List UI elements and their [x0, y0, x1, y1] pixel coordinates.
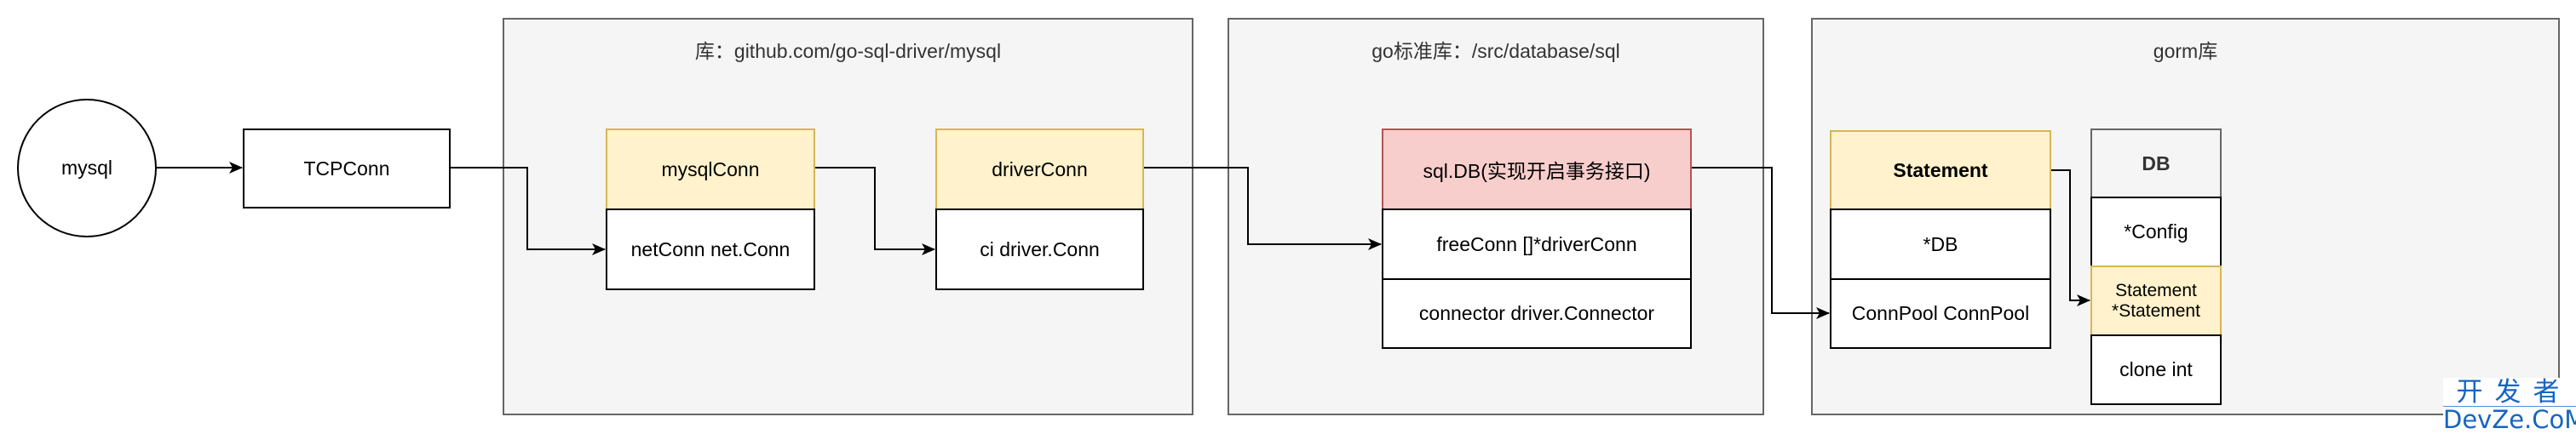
field-label: *DB	[1923, 232, 1958, 255]
db-field-clone[interactable]: clone int	[2090, 334, 2222, 405]
edge-sqldb-to-connpool	[1691, 167, 1830, 319]
sqldb-field-freeconn[interactable]: freeConn []*driverConn	[1382, 208, 1692, 280]
statement-field-connpool[interactable]: ConnPool ConnPool	[1830, 278, 2051, 349]
driverconn-field-ci[interactable]: ci driver.Conn	[935, 208, 1144, 290]
class-name: Statement	[1893, 158, 1988, 181]
tcpconn-node[interactable]: TCPConn	[243, 128, 451, 208]
field-label: connector driver.Connector	[1418, 302, 1655, 324]
edge-tcpconn-to-netconn	[450, 167, 606, 255]
db-field-config[interactable]: *Config	[2090, 197, 2222, 267]
tcpconn-label: TCPConn	[303, 157, 390, 180]
field-label: Statement *Statement	[2112, 280, 2200, 321]
field-label: ConnPool ConnPool	[1851, 302, 2030, 324]
edge-statement-to-db-statement	[2050, 169, 2090, 306]
edge-mysqlconn-to-ci	[814, 167, 935, 255]
field-label: freeConn []*driverConn	[1436, 232, 1637, 255]
watermark-top-text: 开发者	[2443, 378, 2576, 407]
field-label: clone int	[2119, 358, 2193, 380]
mysql-node-label: mysql	[60, 157, 113, 179]
statement-header[interactable]: Statement	[1830, 130, 2051, 210]
field-label: *Config	[2124, 220, 2188, 243]
sqldb-header[interactable]: sql.DB(实现开启事务接口)	[1382, 128, 1692, 210]
mysql-node[interactable]: mysql	[17, 99, 157, 237]
db-header[interactable]: DB	[2090, 128, 2222, 198]
class-name: mysqlConn	[661, 157, 760, 180]
sqldb-field-connector[interactable]: connector driver.Connector	[1382, 278, 1692, 349]
db-field-statement[interactable]: Statement *Statement	[2090, 266, 2222, 336]
statement-field-db[interactable]: *DB	[1830, 208, 2051, 280]
mysqlconn-header[interactable]: mysqlConn	[606, 128, 815, 210]
field-label: ci driver.Conn	[980, 237, 1100, 260]
watermark-bottom-text: DevZe.CoM	[2443, 405, 2576, 434]
class-name: sql.DB(实现开启事务接口)	[1423, 160, 1651, 182]
driverconn-header[interactable]: driverConn	[935, 128, 1144, 210]
class-name: driverConn	[992, 157, 1088, 180]
watermark-logo: 开发者 DevZe.CoM	[2443, 378, 2576, 433]
mysqlconn-field-netconn[interactable]: netConn net.Conn	[606, 208, 815, 290]
field-label: netConn net.Conn	[630, 237, 791, 260]
edge-driverconn-to-freeconn	[1143, 167, 1382, 250]
class-name: DB	[2142, 151, 2171, 174]
